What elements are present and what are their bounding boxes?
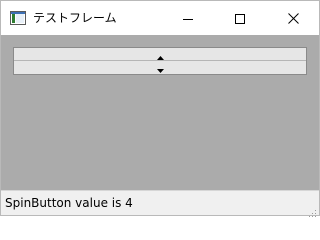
status-text: SpinButton value is 4 [5,196,133,210]
resize-grip-icon[interactable] [307,203,317,217]
app-window: テストフレーム SpinButton value is 4 [0,0,320,217]
down-arrow-icon [156,58,164,77]
minimize-icon [183,9,193,28]
window-title: テストフレーム [33,11,117,25]
spin-down-button[interactable] [14,61,306,74]
app-icon [10,10,26,25]
maximize-icon [235,9,245,28]
title-bar[interactable]: テストフレーム [1,1,319,35]
client-area [1,35,319,190]
minimize-button[interactable] [165,1,211,35]
close-button[interactable] [270,1,316,35]
maximize-button[interactable] [217,1,263,35]
close-icon [287,9,299,28]
status-bar: SpinButton value is 4 [1,190,319,217]
spin-button[interactable] [13,47,307,75]
